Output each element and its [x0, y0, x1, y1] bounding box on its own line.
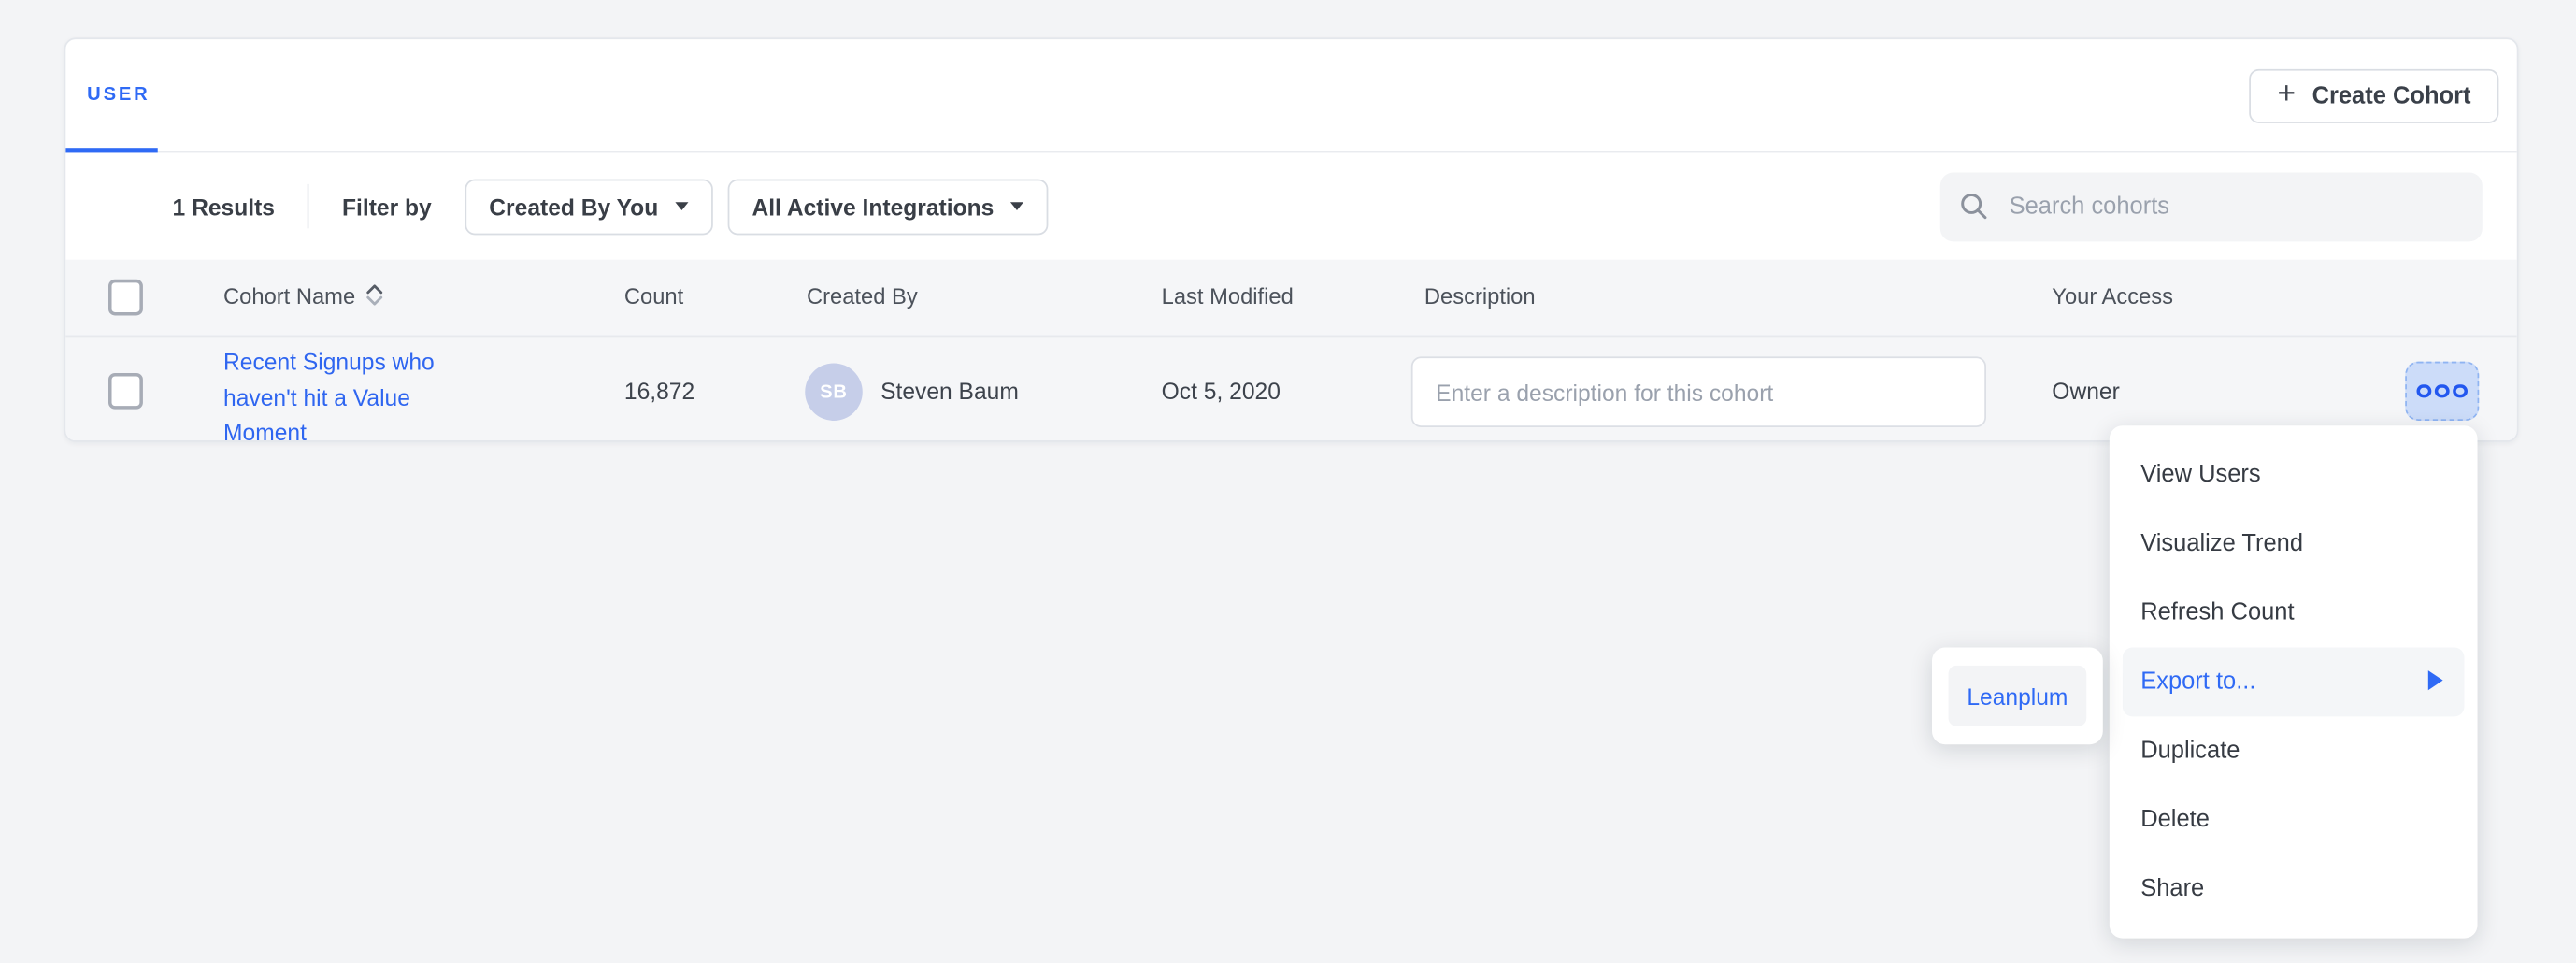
column-header-your-access: Your Access [2052, 260, 2173, 336]
cohorts-card: USER + Create Cohort 1 Results Filter by… [64, 37, 2519, 441]
submenu-item-leanplum[interactable]: Leanplum [1949, 666, 2087, 726]
cohort-name-link[interactable]: Recent Signups who haven't hit a Value M… [223, 345, 470, 442]
created-by-dropdown[interactable]: Created By You [465, 179, 712, 235]
plus-icon: + [2277, 79, 2296, 109]
more-dots-icon [2435, 384, 2449, 398]
tab-bar: USER + Create Cohort [65, 39, 2516, 152]
column-header-created-by: Created By [807, 260, 918, 336]
export-to-label: Export to... [2140, 668, 2255, 695]
created-by-dropdown-label: Created By You [489, 194, 658, 220]
results-count: 1 Results [173, 194, 275, 220]
vertical-divider [308, 184, 309, 228]
description-input[interactable] [1411, 356, 1986, 427]
more-options-button[interactable] [2405, 362, 2479, 421]
export-submenu: Leanplum [1932, 648, 2103, 745]
integrations-dropdown[interactable]: All Active Integrations [727, 179, 1048, 235]
table-header: Cohort Name Count Created By Last Modifi… [65, 260, 2516, 336]
search-input[interactable] [2006, 192, 2463, 222]
column-header-description: Description [1424, 260, 1536, 336]
cohort-count: 16,872 [624, 337, 694, 441]
caret-down-icon [1010, 202, 1023, 210]
context-menu: View Users Visualize Trend Refresh Count… [2110, 425, 2478, 938]
filter-bar: 1 Results Filter by Created By You All A… [65, 152, 2516, 259]
menu-item-delete[interactable]: Delete [2110, 785, 2478, 855]
tab-user-label: USER [87, 85, 150, 105]
menu-item-duplicate[interactable]: Duplicate [2110, 716, 2478, 785]
column-header-count: Count [624, 260, 683, 336]
select-all-checkbox[interactable] [108, 280, 143, 316]
menu-item-refresh-count[interactable]: Refresh Count [2110, 579, 2478, 648]
cohort-name-header-label: Cohort Name [223, 284, 355, 309]
caret-down-icon [675, 202, 688, 210]
create-cohort-button[interactable]: + Create Cohort [2250, 69, 2499, 123]
menu-item-export-to[interactable]: Export to... [2123, 648, 2465, 717]
access-value: Owner [2052, 337, 2119, 441]
last-modified-date: Oct 5, 2020 [1162, 337, 1281, 441]
menu-item-view-users[interactable]: View Users [2110, 440, 2478, 510]
menu-item-share[interactable]: Share [2110, 855, 2478, 924]
cohorts-page: USER + Create Cohort 1 Results Filter by… [0, 0, 2576, 963]
column-header-cohort-name[interactable]: Cohort Name [223, 260, 385, 336]
menu-item-visualize-trend[interactable]: Visualize Trend [2110, 510, 2478, 579]
more-dots-icon [2417, 384, 2431, 398]
row-checkbox[interactable] [108, 373, 143, 410]
more-dots-icon [2453, 384, 2467, 398]
filter-by-label: Filter by [342, 194, 432, 220]
search-box[interactable] [1940, 172, 2483, 241]
integrations-dropdown-label: All Active Integrations [751, 194, 994, 220]
column-header-last-modified: Last Modified [1162, 260, 1294, 336]
search-icon [1960, 193, 1988, 221]
avatar: SB [805, 363, 863, 421]
sort-icon[interactable] [365, 263, 385, 338]
creator-name: Steven Baum [880, 337, 1019, 441]
submenu-arrow-icon [2428, 670, 2443, 690]
create-cohort-label: Create Cohort [2312, 83, 2471, 109]
tab-user[interactable]: USER [65, 39, 157, 152]
